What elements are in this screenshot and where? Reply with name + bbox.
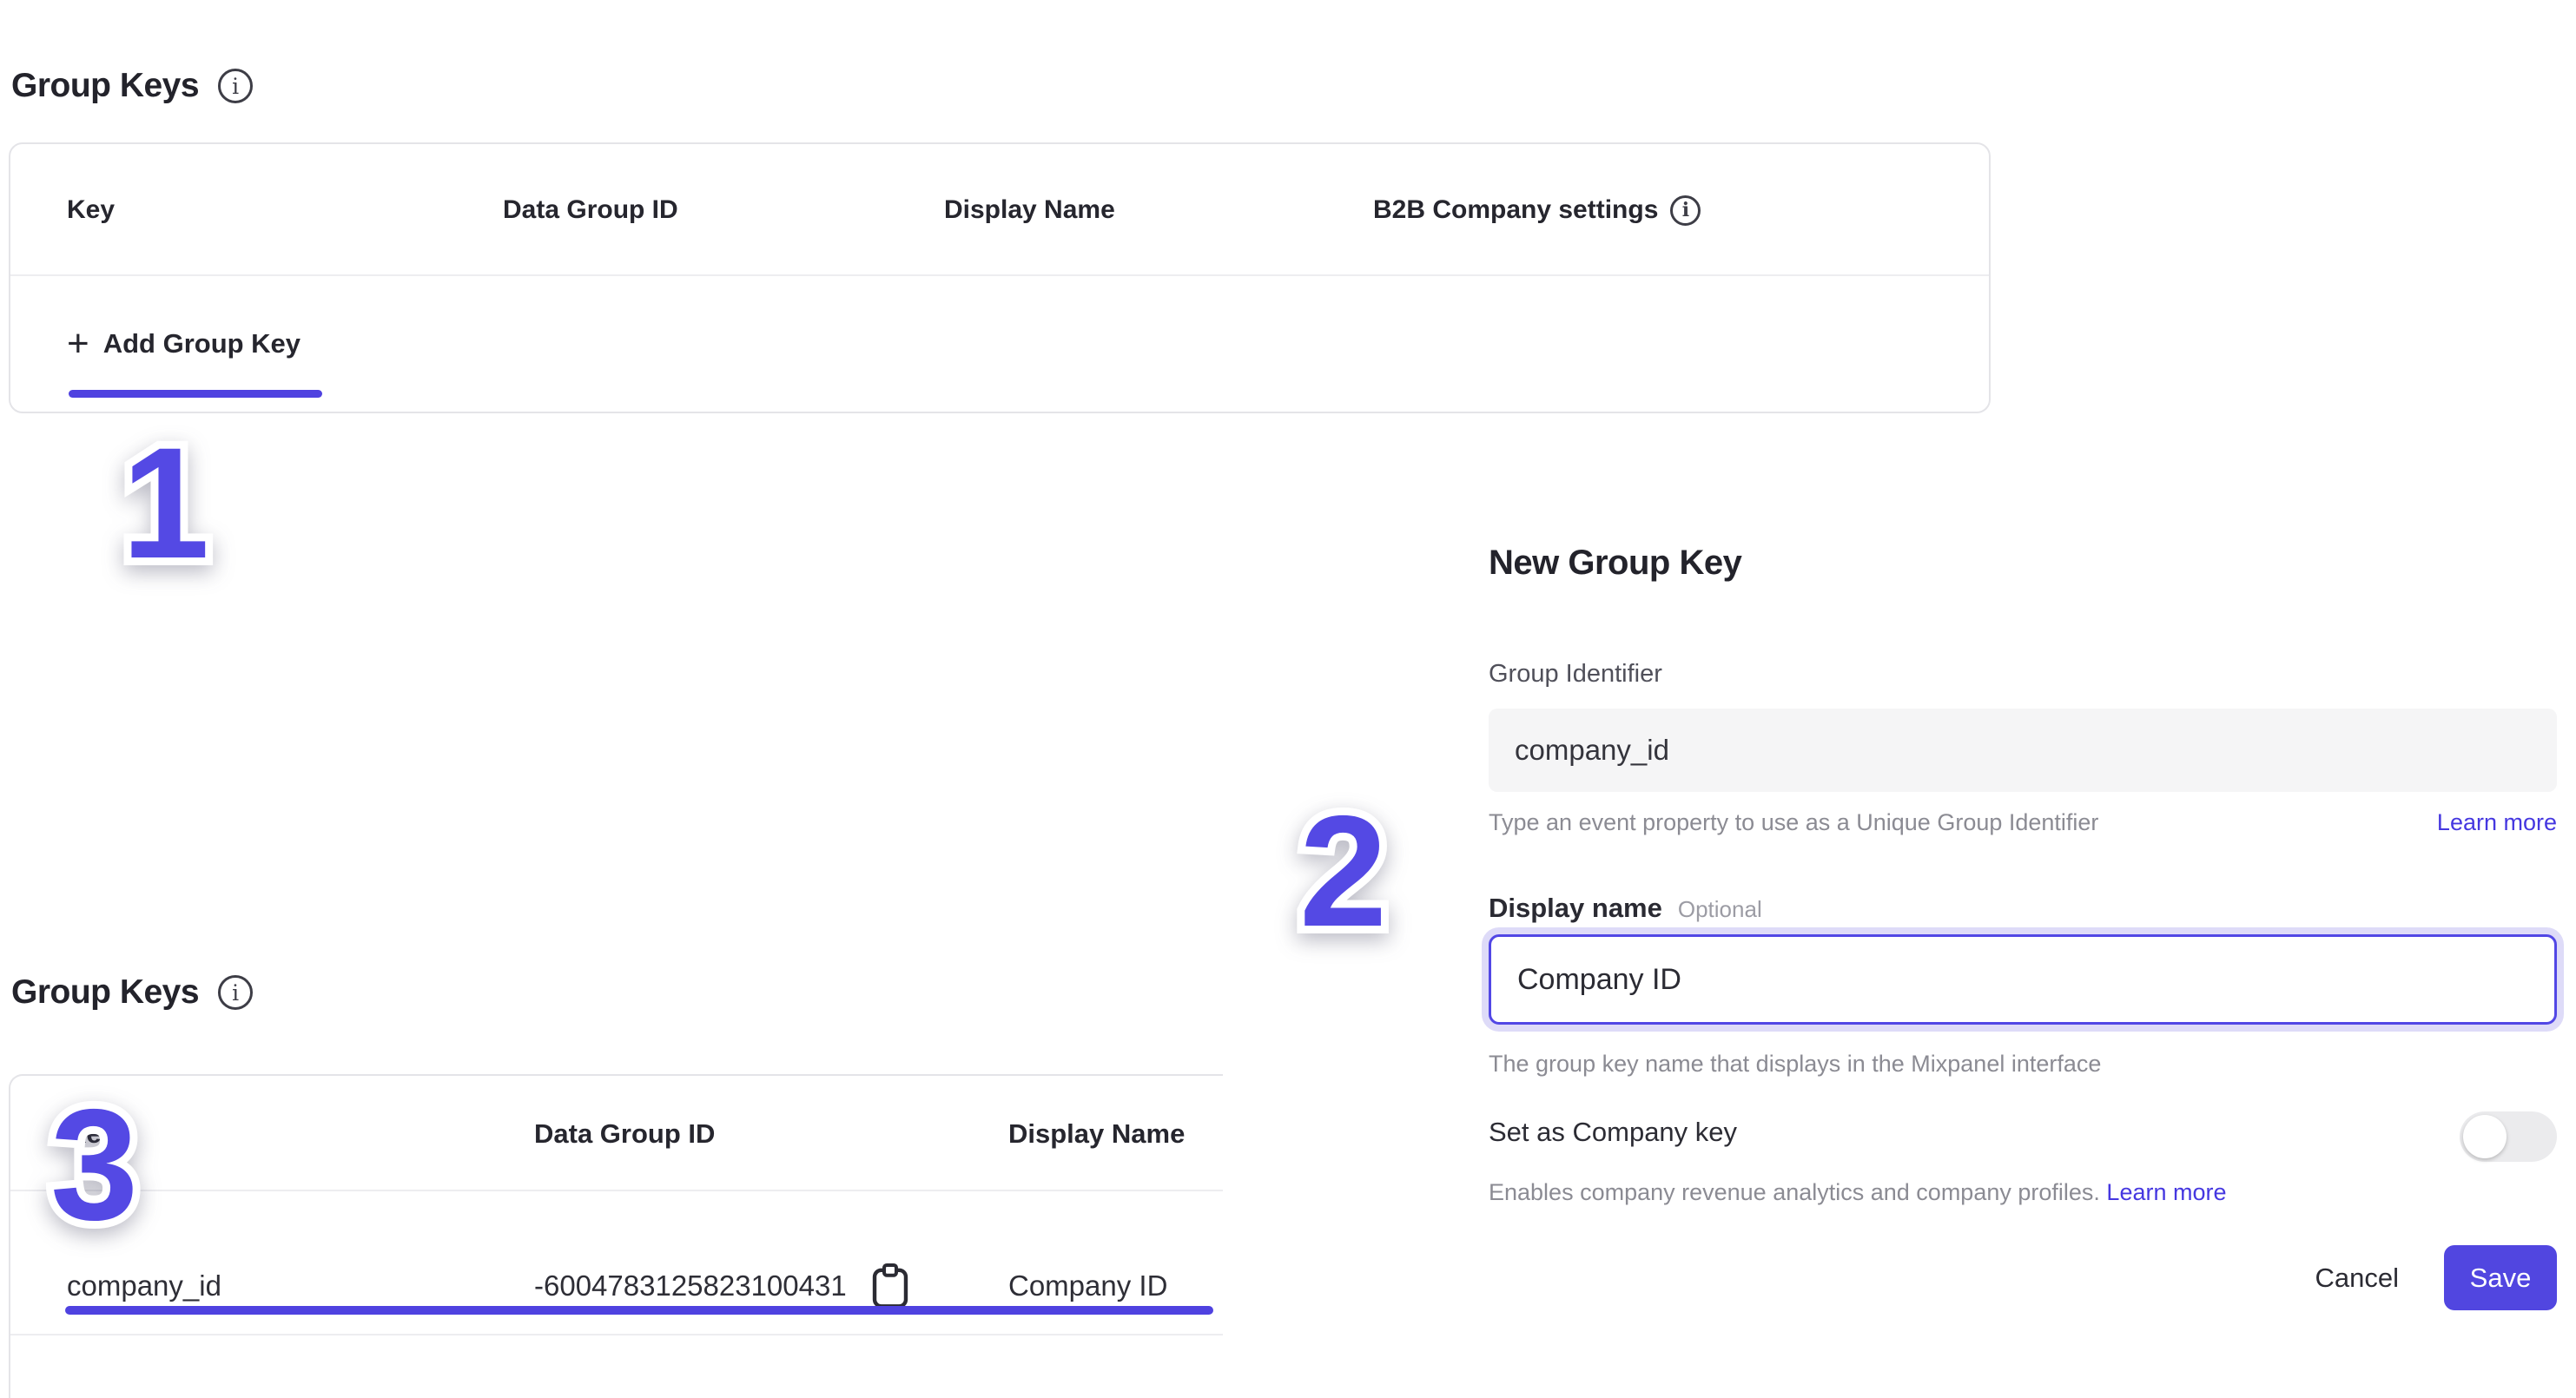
row-data-group-id-cell: -6004783125823100431: [534, 1263, 909, 1309]
group-identifier-label: Group Identifier: [1489, 660, 1662, 689]
step-highlight-underline: [65, 1306, 1213, 1315]
display-name-label-row: Display name Optional: [1489, 893, 1762, 924]
form-actions: Cancel Save: [2315, 1245, 2558, 1310]
table-row-divider: [10, 1334, 1223, 1335]
column-header-key: Key: [67, 144, 115, 276]
step-number-2: 2: [1299, 792, 1387, 950]
new-group-key-form: New Group Key Group Identifier Type an e…: [1489, 530, 2557, 1346]
page: Group Keys i Key Data Group ID Display N…: [0, 0, 2576, 1398]
table-header-divider: [10, 274, 1989, 276]
group-keys-heading-bottom: Group Keys i: [11, 973, 253, 1013]
group-keys-heading-top: Group Keys i: [11, 66, 253, 107]
display-name-input[interactable]: [1489, 934, 2557, 1025]
display-name-label: Display name: [1489, 893, 1662, 924]
info-icon[interactable]: i: [1670, 195, 1701, 226]
plus-icon: +: [67, 325, 89, 363]
info-icon[interactable]: i: [218, 975, 253, 1010]
column-header-b2b: B2B Company settings i: [1373, 144, 1701, 276]
save-button[interactable]: Save: [2444, 1245, 2557, 1310]
company-key-toggle[interactable]: [2460, 1111, 2557, 1162]
row-key-cell: company_id: [67, 1263, 221, 1309]
row-display-name-cell: Company ID: [1008, 1263, 1167, 1309]
cancel-button[interactable]: Cancel: [2315, 1263, 2400, 1294]
step-highlight-underline: [69, 390, 322, 398]
set-company-key-label: Set as Company key: [1489, 1117, 1737, 1148]
step-number-3: 3: [50, 1085, 138, 1243]
page-title: Group Keys: [11, 66, 199, 107]
company-key-helper: Enables company revenue analytics and co…: [1489, 1179, 2227, 1206]
column-header-display-name: Display Name: [944, 144, 1115, 276]
info-icon[interactable]: i: [218, 69, 253, 103]
group-identifier-input[interactable]: [1489, 709, 2557, 792]
group-identifier-helper-row: Type an event property to use as a Uniqu…: [1489, 809, 2557, 836]
display-name-helper: The group key name that displays in the …: [1489, 1051, 2101, 1078]
step-number-1: 1: [122, 424, 209, 582]
table-header-divider: [10, 1190, 1223, 1191]
toggle-knob: [2463, 1115, 2507, 1158]
group-identifier-helper: Type an event property to use as a Uniqu…: [1489, 809, 2098, 836]
page-title: Group Keys: [11, 973, 199, 1013]
group-keys-table: Key Data Group ID Display Name B2B Compa…: [9, 142, 1991, 413]
learn-more-link[interactable]: Learn more: [2437, 809, 2557, 836]
copy-icon[interactable]: [871, 1263, 909, 1309]
column-header-display-name: Display Name: [1008, 1076, 1185, 1191]
optional-badge: Optional: [1678, 896, 1762, 923]
column-header-data-group-id: Data Group ID: [534, 1076, 715, 1191]
learn-more-link[interactable]: Learn more: [2106, 1179, 2226, 1205]
column-header-data-group-id: Data Group ID: [503, 144, 678, 276]
add-group-key-label: Add Group Key: [103, 328, 301, 359]
group-keys-table-filled: Key Data Group ID Display Name company_i…: [9, 1074, 1223, 1398]
form-title: New Group Key: [1489, 544, 1741, 583]
